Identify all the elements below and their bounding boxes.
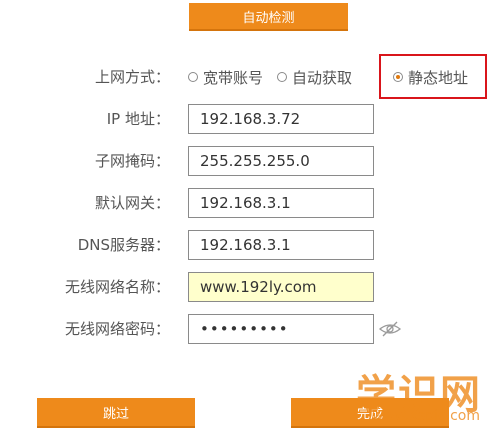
- radio-auto-obtain[interactable]: 自动获取: [277, 67, 352, 88]
- radio-circle-icon: [277, 72, 288, 82]
- radio-static-address-label: 静态地址: [408, 68, 469, 87]
- radio-checked-icon: [393, 72, 403, 82]
- radio-auto-obtain-label: 自动获取: [292, 68, 353, 87]
- auto-detect-button[interactable]: 自动检测: [189, 3, 348, 31]
- ip-address-label: IP 地址：: [106, 110, 170, 128]
- wireless-name-label: 无线网络名称：: [64, 278, 170, 296]
- static-address-radio-wrap: 静态地址: [393, 62, 468, 92]
- radio-broadband-account[interactable]: 宽带账号: [188, 67, 263, 88]
- wireless-password-input[interactable]: •••••••••: [188, 314, 374, 344]
- connection-type-radio-group: 宽带账号 自动获取: [188, 62, 352, 92]
- default-gateway-input[interactable]: 192.168.3.1: [188, 188, 374, 218]
- radio-broadband-label: 宽带账号: [203, 68, 264, 87]
- eye-slash-icon[interactable]: [378, 320, 402, 338]
- finish-button[interactable]: 完成: [291, 398, 449, 428]
- dns-server-input[interactable]: 192.168.3.1: [188, 230, 374, 260]
- dns-server-label: DNS服务器：: [77, 236, 170, 254]
- radio-circle-icon: [188, 72, 198, 82]
- radio-static-address[interactable]: 静态地址: [393, 67, 468, 88]
- default-gateway-label: 默认网关：: [94, 194, 170, 212]
- wireless-name-input[interactable]: www.192ly.com: [188, 272, 374, 302]
- subnet-mask-input[interactable]: 255.255.255.0: [188, 146, 374, 176]
- ip-address-input[interactable]: 192.168.3.72: [188, 104, 374, 134]
- subnet-mask-label: 子网掩码：: [94, 152, 170, 170]
- skip-button[interactable]: 跳过: [37, 398, 195, 428]
- connection-type-label: 上网方式：: [94, 68, 170, 86]
- wireless-password-label: 无线网络密码：: [64, 320, 170, 338]
